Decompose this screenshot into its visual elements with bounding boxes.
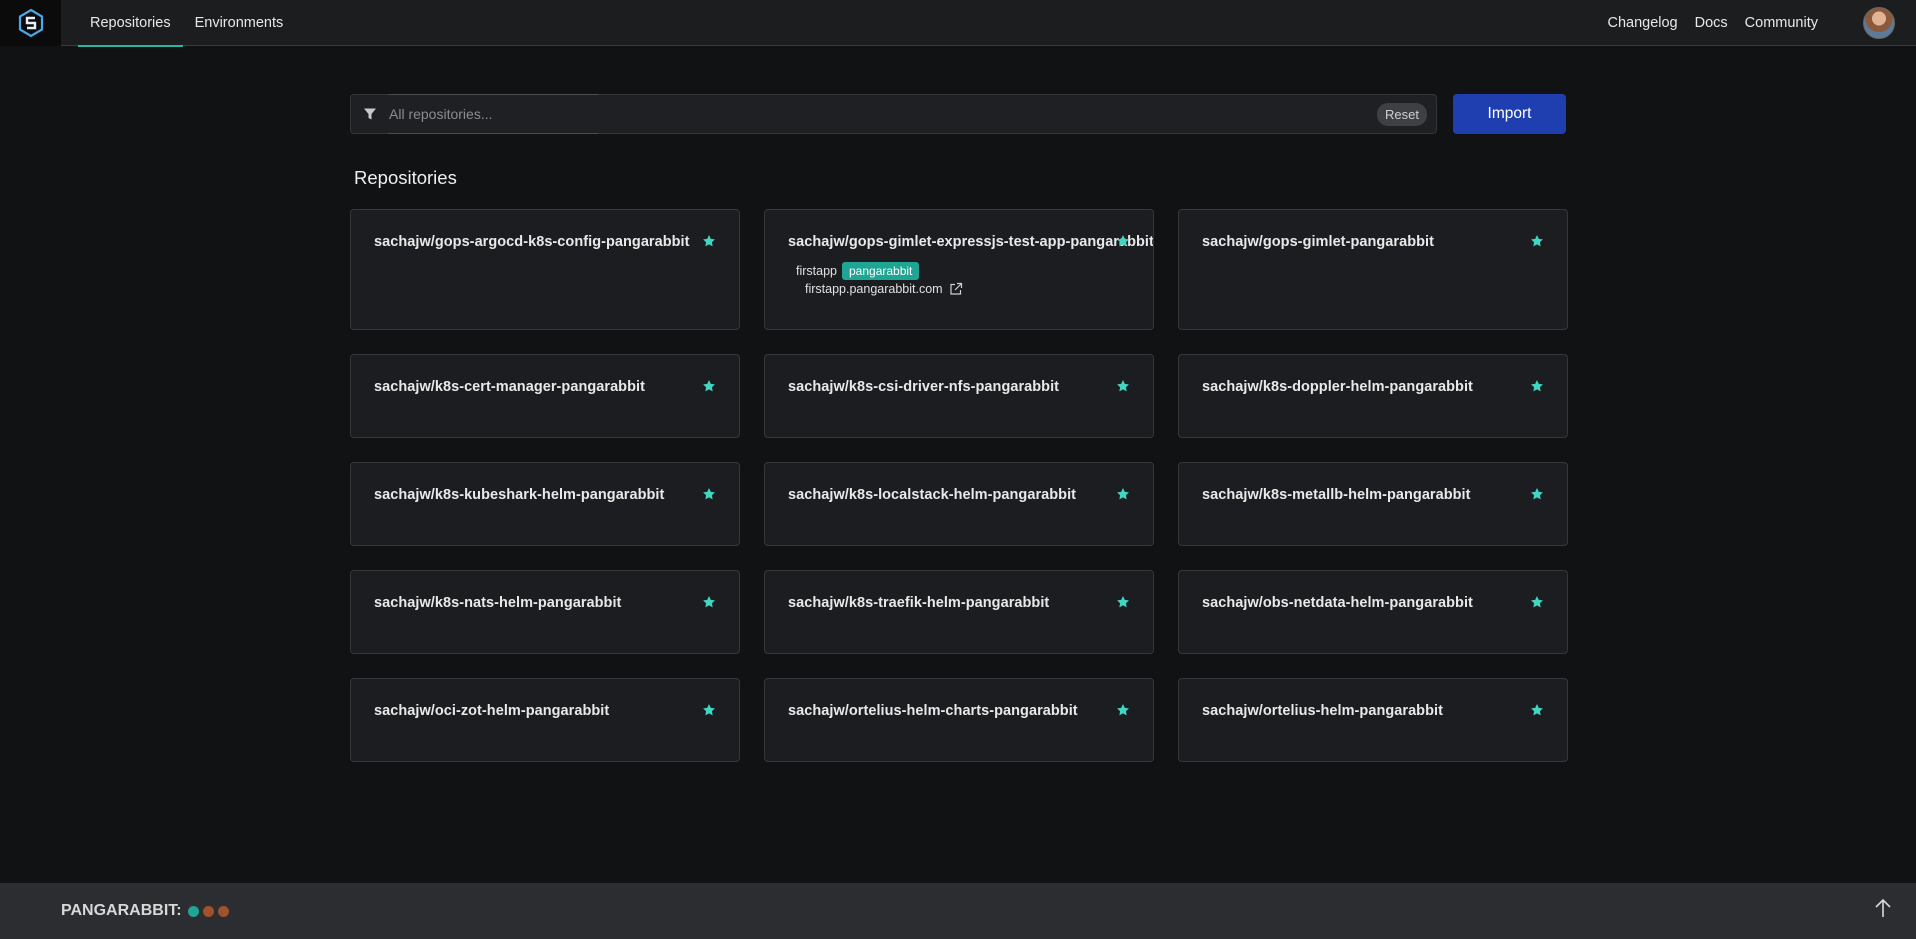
repo-name[interactable]: sachajw/k8s-kubeshark-helm-pangarabbit xyxy=(374,487,664,503)
repo-card[interactable]: sachajw/k8s-csi-driver-nfs-pangarabbit xyxy=(764,354,1154,438)
logo[interactable] xyxy=(0,0,61,46)
reset-button[interactable]: Reset xyxy=(1377,102,1427,126)
arrow-up-icon[interactable] xyxy=(1873,896,1893,920)
repo-name[interactable]: sachajw/gops-gimlet-expressjs-test-app-p… xyxy=(788,234,1153,250)
repo-name[interactable]: sachajw/ortelius-helm-charts-pangarabbit xyxy=(788,703,1078,719)
star-icon[interactable] xyxy=(1116,595,1130,609)
repo-name[interactable]: sachajw/gops-argocd-k8s-config-pangarabb… xyxy=(374,234,690,250)
environment-url[interactable]: firstapp.pangarabbit.com xyxy=(805,282,963,296)
repo-name[interactable]: sachajw/k8s-traefik-helm-pangarabbit xyxy=(788,595,1049,611)
star-icon[interactable] xyxy=(702,595,716,609)
search-underline xyxy=(388,133,598,134)
repo-name[interactable]: sachajw/k8s-metallb-helm-pangarabbit xyxy=(1202,487,1471,503)
repo-name[interactable]: sachajw/k8s-cert-manager-pangarabbit xyxy=(374,379,645,395)
star-icon[interactable] xyxy=(1530,703,1544,717)
environment-badge[interactable]: pangarabbit xyxy=(842,262,920,280)
repo-name[interactable]: sachajw/obs-netdata-helm-pangarabbit xyxy=(1202,595,1473,611)
status-dots xyxy=(184,905,229,917)
repo-name[interactable]: sachajw/k8s-csi-driver-nfs-pangarabbit xyxy=(788,379,1059,395)
star-icon[interactable] xyxy=(1530,234,1544,248)
star-icon[interactable] xyxy=(702,234,716,248)
repo-card[interactable]: sachajw/k8s-nats-helm-pangarabbit xyxy=(350,570,740,654)
repo-card[interactable]: sachajw/ortelius-helm-charts-pangarabbit xyxy=(764,678,1154,762)
external-link-icon[interactable] xyxy=(949,282,963,296)
star-icon[interactable] xyxy=(702,379,716,393)
footer-brand: PANGARABBIT: xyxy=(61,902,182,919)
tab-repositories[interactable]: Repositories xyxy=(78,0,183,47)
top-nav: Repositories Environments Changelog Docs… xyxy=(0,0,1916,47)
page-title: Repositories xyxy=(354,167,457,188)
repo-card[interactable]: sachajw/k8s-traefik-helm-pangarabbit xyxy=(764,570,1154,654)
environment-row: firstapp pangarabbit xyxy=(796,262,920,280)
tab-environments[interactable]: Environments xyxy=(183,0,296,46)
repo-card[interactable]: sachajw/oci-zot-helm-pangarabbit xyxy=(350,678,740,762)
avatar[interactable] xyxy=(1863,7,1895,39)
repo-card[interactable]: sachajw/gops-argocd-k8s-config-pangarabb… xyxy=(350,209,740,330)
repo-card[interactable]: sachajw/gops-gimlet-expressjs-test-app-p… xyxy=(764,209,1154,330)
status-dot xyxy=(217,905,229,917)
status-dot xyxy=(202,905,214,917)
docs-link[interactable]: Docs xyxy=(1695,15,1728,31)
repo-card[interactable]: sachajw/k8s-kubeshark-helm-pangarabbit xyxy=(350,462,740,546)
repo-card[interactable]: sachajw/ortelius-helm-pangarabbit xyxy=(1178,678,1568,762)
star-icon[interactable] xyxy=(1116,703,1130,717)
star-icon[interactable] xyxy=(1116,379,1130,393)
search-bar: Reset xyxy=(350,94,1437,134)
star-icon[interactable] xyxy=(1116,234,1130,248)
changelog-link[interactable]: Changelog xyxy=(1607,15,1677,31)
star-icon[interactable] xyxy=(1530,379,1544,393)
repo-card[interactable]: sachajw/k8s-cert-manager-pangarabbit xyxy=(350,354,740,438)
repo-name[interactable]: sachajw/k8s-localstack-helm-pangarabbit xyxy=(788,487,1076,503)
star-icon[interactable] xyxy=(1530,595,1544,609)
repo-name[interactable]: sachajw/ortelius-helm-pangarabbit xyxy=(1202,703,1443,719)
repo-name[interactable]: sachajw/oci-zot-helm-pangarabbit xyxy=(374,703,609,719)
search-underline-top xyxy=(388,94,598,95)
repo-name[interactable]: sachajw/gops-gimlet-pangarabbit xyxy=(1202,234,1434,250)
filter-icon xyxy=(351,107,389,121)
repo-card[interactable]: sachajw/k8s-doppler-helm-pangarabbit xyxy=(1178,354,1568,438)
search-input[interactable] xyxy=(389,95,1378,133)
repo-card[interactable]: sachajw/k8s-metallb-helm-pangarabbit xyxy=(1178,462,1568,546)
star-icon[interactable] xyxy=(702,703,716,717)
repository-grid: sachajw/gops-argocd-k8s-config-pangarabb… xyxy=(350,209,1568,762)
nav-right: Changelog Docs Community xyxy=(1590,0,1916,46)
community-link[interactable]: Community xyxy=(1745,15,1818,31)
repo-card[interactable]: sachajw/obs-netdata-helm-pangarabbit xyxy=(1178,570,1568,654)
footer: PANGARABBIT: xyxy=(0,883,1916,939)
logo-icon xyxy=(18,8,43,38)
star-icon[interactable] xyxy=(1530,487,1544,501)
import-button[interactable]: Import xyxy=(1453,94,1566,134)
star-icon[interactable] xyxy=(702,487,716,501)
repo-card[interactable]: sachajw/k8s-localstack-helm-pangarabbit xyxy=(764,462,1154,546)
star-icon[interactable] xyxy=(1116,487,1130,501)
repo-name[interactable]: sachajw/k8s-nats-helm-pangarabbit xyxy=(374,595,621,611)
status-dot xyxy=(187,905,199,917)
environment-name: firstapp xyxy=(796,264,837,278)
repo-card[interactable]: sachajw/gops-gimlet-pangarabbit xyxy=(1178,209,1568,330)
environment-url-text[interactable]: firstapp.pangarabbit.com xyxy=(805,282,943,296)
repo-name[interactable]: sachajw/k8s-doppler-helm-pangarabbit xyxy=(1202,379,1473,395)
